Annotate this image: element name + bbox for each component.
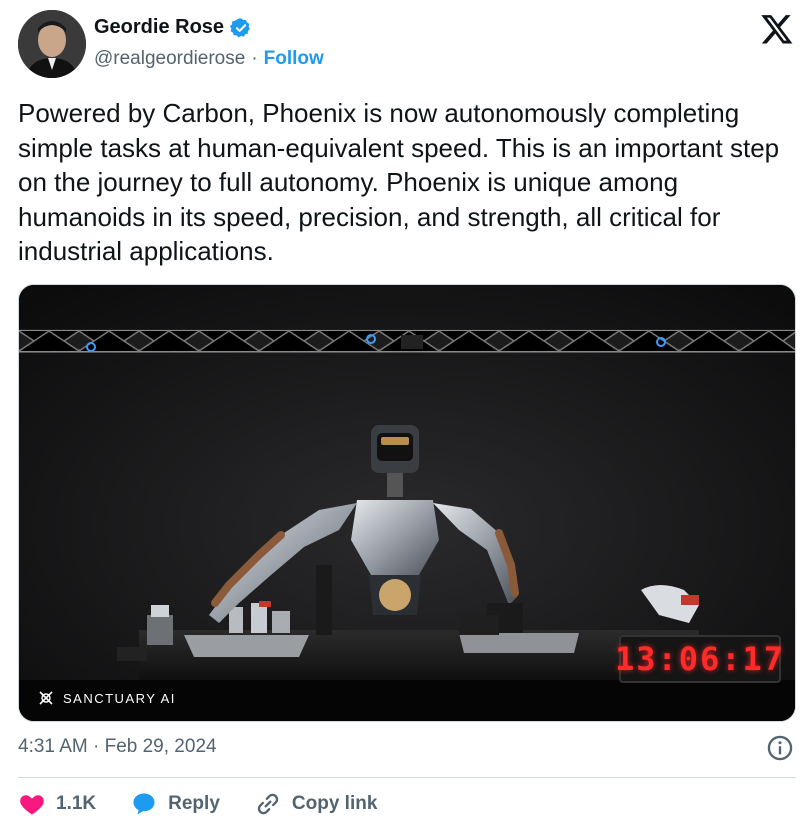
x-logo-icon[interactable] <box>760 12 794 46</box>
author-handle[interactable]: @realgeordierose <box>94 48 245 70</box>
author-name[interactable]: Geordie Rose <box>94 16 224 39</box>
like-count: 1.1K <box>56 793 97 814</box>
reply-button[interactable]: Reply <box>130 790 220 818</box>
like-button[interactable]: 1.1K <box>18 790 96 818</box>
divider <box>18 777 796 778</box>
copy-link-button[interactable]: Copy link <box>254 790 378 818</box>
tweet-text: Powered by Carbon, Phoenix is now autono… <box>18 98 780 266</box>
verified-badge-icon <box>230 17 252 39</box>
avatar[interactable] <box>18 10 86 78</box>
link-icon <box>254 790 282 818</box>
timer-display: 13:06:17 <box>615 635 783 683</box>
reply-label: Reply <box>168 793 220 814</box>
tweet-timestamp[interactable]: 4:31 AM · Feb 29, 2024 <box>18 736 217 758</box>
action-bar: 1.1K Reply Copy link <box>18 790 411 818</box>
tweet-header: Geordie Rose @realgeordierose · Follow <box>18 10 794 80</box>
follow-button[interactable]: Follow <box>264 48 324 70</box>
sanctuary-watermark: SANCTUARY AI <box>37 689 176 707</box>
heart-icon <box>18 790 46 818</box>
timer-text: 13:06:17 <box>614 640 786 678</box>
sanctuary-logo-icon <box>37 689 55 707</box>
separator-dot: · <box>251 48 258 69</box>
copy-link-label: Copy link <box>291 793 378 814</box>
reply-bubble-icon <box>130 790 158 818</box>
video-player[interactable]: 13:06:17 SANCTUARY AI <box>18 284 796 722</box>
info-icon[interactable] <box>766 734 794 762</box>
watermark-text: SANCTUARY AI <box>63 690 176 706</box>
